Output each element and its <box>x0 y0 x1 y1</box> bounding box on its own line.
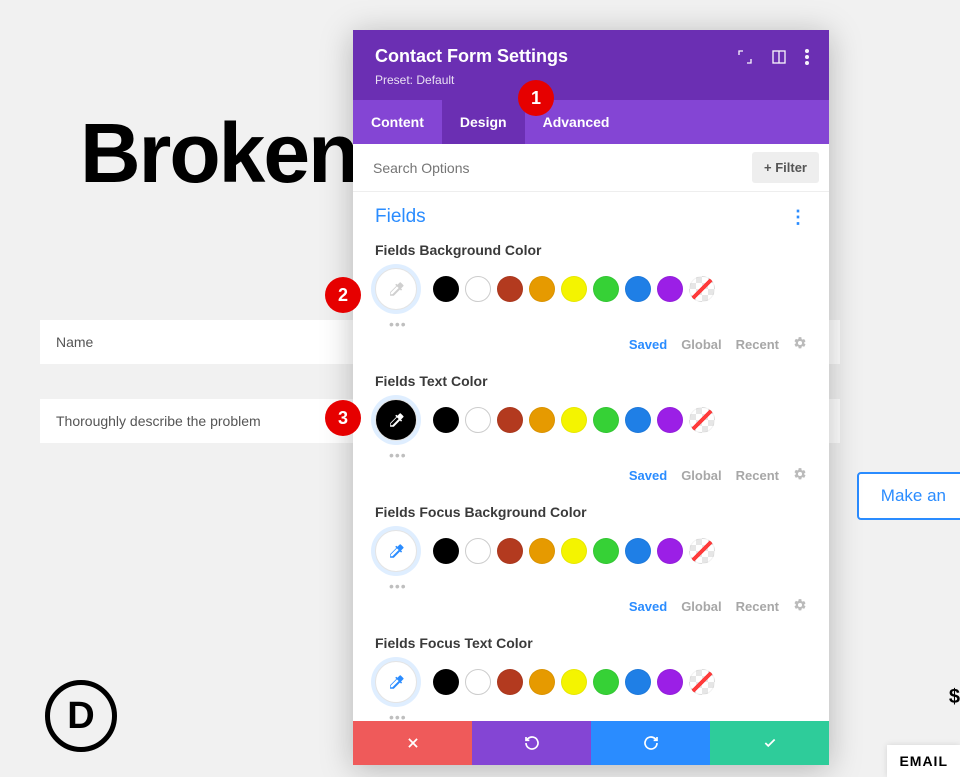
color-swatch[interactable] <box>529 276 555 302</box>
chip-recent[interactable]: Recent <box>736 468 779 483</box>
color-swatch[interactable] <box>657 669 683 695</box>
chip-global[interactable]: Global <box>681 468 721 483</box>
chip-saved[interactable]: Saved <box>629 468 667 483</box>
swatch-row <box>375 530 807 572</box>
color-swatch[interactable] <box>561 407 587 433</box>
color-swatch[interactable] <box>689 669 715 695</box>
color-swatch[interactable] <box>433 276 459 302</box>
color-field-group: Fields Focus Background Color ••• Saved Glo… <box>375 504 807 635</box>
panel-footer <box>353 721 829 765</box>
chip-global[interactable]: Global <box>681 599 721 614</box>
color-swatch[interactable] <box>529 538 555 564</box>
section-title-fields[interactable]: Fields <box>375 206 426 228</box>
color-swatch[interactable] <box>433 407 459 433</box>
preset-selector[interactable]: Preset: Default <box>375 73 809 87</box>
tabs: Content Design Advanced <box>353 100 829 144</box>
panel-body: Fields ⋮ Fields Background Color ••• Saved… <box>353 192 829 721</box>
annotation-marker-2: 2 <box>325 277 361 313</box>
swatch-row <box>375 399 807 441</box>
more-dots-icon[interactable]: ••• <box>375 447 807 463</box>
chip-saved[interactable]: Saved <box>629 599 667 614</box>
chip-recent[interactable]: Recent <box>736 337 779 352</box>
color-swatch[interactable] <box>689 538 715 564</box>
eyedropper-button[interactable] <box>375 530 417 572</box>
color-swatch[interactable] <box>529 669 555 695</box>
color-swatch[interactable] <box>657 276 683 302</box>
dollar-sign: $ <box>949 686 960 709</box>
color-swatch[interactable] <box>593 407 619 433</box>
annotation-marker-1: 1 <box>518 80 554 116</box>
color-swatch[interactable] <box>433 669 459 695</box>
chip-recent[interactable]: Recent <box>736 599 779 614</box>
chip-saved[interactable]: Saved <box>629 337 667 352</box>
color-swatch[interactable] <box>529 407 555 433</box>
color-swatch[interactable] <box>593 669 619 695</box>
color-field-group: Fields Background Color ••• Saved Global Rec… <box>375 242 807 373</box>
expand-icon[interactable] <box>737 49 753 65</box>
email-badge: EMAIL <box>887 745 960 777</box>
settings-panel: Contact Form Settings Preset: Default Co… <box>353 30 829 765</box>
search-input[interactable] <box>373 160 752 176</box>
color-swatch[interactable] <box>625 669 651 695</box>
color-swatch[interactable] <box>657 538 683 564</box>
color-field-group: Fields Text Color ••• Saved Global Recent <box>375 373 807 504</box>
more-dots-icon[interactable]: ••• <box>375 316 807 332</box>
redo-button[interactable] <box>591 721 710 765</box>
color-swatch[interactable] <box>465 407 491 433</box>
filter-button[interactable]: + Filter <box>752 152 819 183</box>
tab-design[interactable]: Design <box>442 100 525 144</box>
field-label: Fields Text Color <box>375 373 807 389</box>
color-swatch[interactable] <box>625 538 651 564</box>
chip-global[interactable]: Global <box>681 337 721 352</box>
color-swatch[interactable] <box>625 276 651 302</box>
section-menu-icon[interactable]: ⋮ <box>789 207 807 228</box>
search-row: + Filter <box>353 144 829 192</box>
make-appointment-button[interactable]: Make an <box>857 472 960 520</box>
field-label: Fields Focus Background Color <box>375 504 807 520</box>
color-swatch[interactable] <box>561 669 587 695</box>
color-swatch[interactable] <box>497 276 523 302</box>
color-swatch[interactable] <box>657 407 683 433</box>
panel-title: Contact Form Settings <box>375 46 568 67</box>
field-label: Fields Background Color <box>375 242 807 258</box>
discard-button[interactable] <box>353 721 472 765</box>
columns-icon[interactable] <box>771 49 787 65</box>
annotation-marker-3: 3 <box>325 400 361 436</box>
eyedropper-button[interactable] <box>375 399 417 441</box>
gear-icon[interactable] <box>793 598 807 615</box>
color-swatch[interactable] <box>561 538 587 564</box>
save-button[interactable] <box>710 721 829 765</box>
color-swatch[interactable] <box>689 276 715 302</box>
more-dots-icon[interactable]: ••• <box>375 578 807 594</box>
color-swatch[interactable] <box>433 538 459 564</box>
tab-content[interactable]: Content <box>353 100 442 144</box>
color-swatch[interactable] <box>625 407 651 433</box>
eyedropper-button[interactable] <box>375 661 417 703</box>
undo-button[interactable] <box>472 721 591 765</box>
divi-logo: D <box>45 680 117 752</box>
color-swatch[interactable] <box>497 538 523 564</box>
kebab-menu-icon[interactable] <box>805 49 809 65</box>
palette-chips: Saved Global Recent <box>375 467 807 484</box>
palette-chips: Saved Global Recent <box>375 598 807 615</box>
panel-header: Contact Form Settings Preset: Default <box>353 30 829 100</box>
color-swatch[interactable] <box>561 276 587 302</box>
color-field-group: Fields Focus Text Color•••SavedGlobalRec… <box>375 635 807 721</box>
eyedropper-button[interactable] <box>375 268 417 310</box>
color-swatch[interactable] <box>593 276 619 302</box>
gear-icon[interactable] <box>793 467 807 484</box>
color-swatch[interactable] <box>593 538 619 564</box>
color-swatch[interactable] <box>497 669 523 695</box>
palette-chips: Saved Global Recent <box>375 336 807 353</box>
color-swatch[interactable] <box>689 407 715 433</box>
more-dots-icon[interactable]: ••• <box>375 709 807 721</box>
color-swatch[interactable] <box>497 407 523 433</box>
swatch-row <box>375 661 807 703</box>
color-swatch[interactable] <box>465 538 491 564</box>
gear-icon[interactable] <box>793 336 807 353</box>
field-label: Fields Focus Text Color <box>375 635 807 651</box>
swatch-row <box>375 268 807 310</box>
color-swatch[interactable] <box>465 669 491 695</box>
color-swatch[interactable] <box>465 276 491 302</box>
